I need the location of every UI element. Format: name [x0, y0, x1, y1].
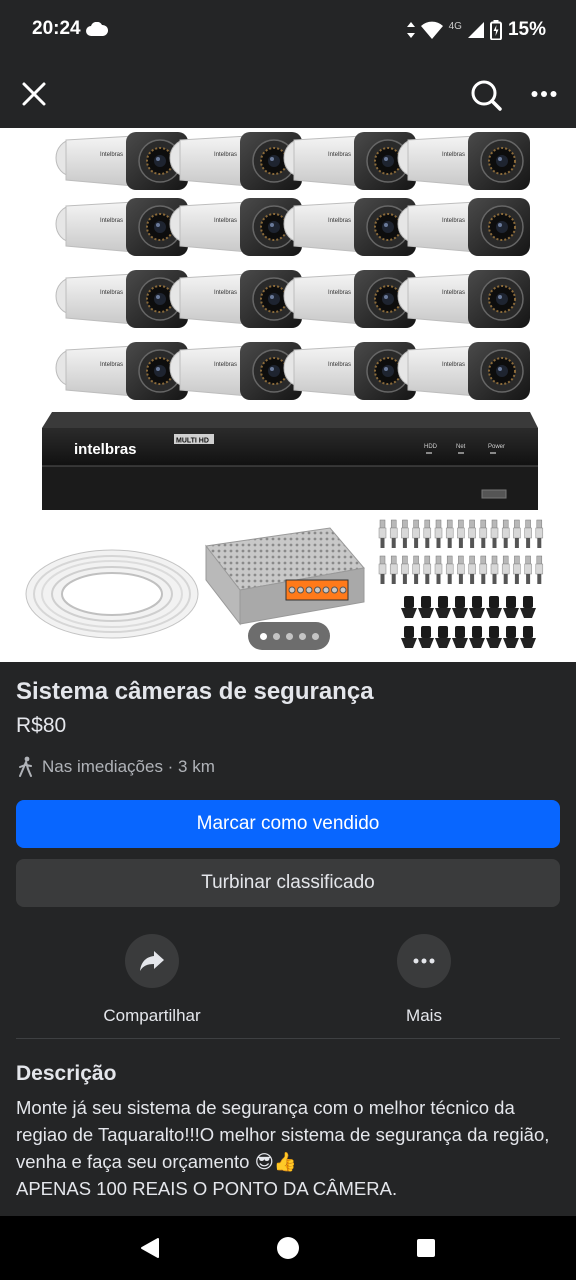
share-label: Compartilhar: [103, 1006, 201, 1025]
close-button[interactable]: [14, 74, 54, 114]
camera-2-1: Intelbras: [169, 270, 302, 328]
camera-0-0: Intelbras: [55, 132, 188, 190]
listing-price: R$80: [16, 714, 67, 737]
data-arrows-icon: [406, 22, 415, 38]
bnc-connectors: [378, 519, 544, 648]
cloud-icon: [86, 22, 108, 36]
camera-0-2: Intelbras: [283, 132, 416, 190]
battery-icon: [489, 20, 502, 40]
more-circle: [397, 934, 451, 988]
svg-text:Intelbras: Intelbras: [328, 152, 351, 158]
listing-title: Sistema câmeras de segurança: [16, 678, 374, 705]
pager-dot[interactable]: [272, 632, 280, 640]
svg-text:Intelbras: Intelbras: [442, 362, 465, 368]
description-text: Monte já seu sistema de segurança com o …: [16, 1097, 550, 1199]
status-icons: 4G 15%: [406, 16, 546, 44]
camera-1-2: Intelbras: [283, 198, 416, 256]
svg-text:Intelbras: Intelbras: [442, 290, 465, 296]
dvr-indicator-label: Net: [456, 444, 466, 450]
more-horizontal-icon: [413, 958, 435, 964]
camera-2-3: Intelbras: [397, 270, 530, 328]
svg-text:Intelbras: Intelbras: [214, 290, 237, 296]
svg-text:Intelbras: Intelbras: [442, 152, 465, 158]
dvr-recorder: intelbras MULTI HD HDD Net Power: [42, 412, 538, 510]
share-button[interactable]: Compartilhar: [82, 934, 222, 1026]
svg-text:Intelbras: Intelbras: [442, 218, 465, 224]
system-nav-bar: [0, 1216, 576, 1280]
description-heading: Descrição: [16, 1062, 117, 1085]
status-time: 20:24: [32, 18, 81, 39]
svg-text:Intelbras: Intelbras: [100, 362, 123, 368]
network-type: 4G: [448, 20, 462, 32]
listing-content: Sistema câmeras de segurança R$80 Nas im…: [0, 662, 576, 1216]
pager-dot[interactable]: [311, 632, 319, 640]
back-button[interactable]: [130, 1228, 170, 1268]
svg-text:Intelbras: Intelbras: [214, 362, 237, 368]
more-button[interactable]: Mais: [354, 934, 494, 1026]
more-horizontal-icon: [531, 91, 557, 97]
svg-text:Intelbras: Intelbras: [100, 152, 123, 158]
camera-0-3: Intelbras: [397, 132, 530, 190]
svg-text:Intelbras: Intelbras: [100, 290, 123, 296]
camera-2-0: Intelbras: [55, 270, 188, 328]
camera-1-0: Intelbras: [55, 198, 188, 256]
mark-as-sold-button[interactable]: Marcar como vendido: [16, 800, 560, 848]
svg-text:Intelbras: Intelbras: [328, 362, 351, 368]
svg-text:Intelbras: Intelbras: [100, 218, 123, 224]
dvr-brand: intelbras: [74, 441, 137, 458]
camera-1-3: Intelbras: [397, 198, 530, 256]
dvr-indicator-label: HDD: [424, 444, 438, 450]
camera-1-1: Intelbras: [169, 198, 302, 256]
back-triangle-icon: [141, 1238, 159, 1258]
more-label: Mais: [406, 1006, 442, 1025]
cable-coil: [25, 549, 199, 639]
listing-location: Nas imediações · 3 km: [16, 756, 215, 778]
search-icon: [471, 80, 502, 111]
battery-percent: 15%: [507, 19, 546, 40]
pager-dot[interactable]: [298, 632, 306, 640]
boost-listing-button[interactable]: Turbinar classificado: [16, 859, 560, 907]
svg-text:Intelbras: Intelbras: [214, 218, 237, 224]
walking-person-icon: [19, 756, 32, 777]
camera-2-2: Intelbras: [283, 270, 416, 328]
photo-pager[interactable]: [248, 622, 330, 650]
home-button[interactable]: [268, 1228, 308, 1268]
camera-3-3: Intelbras: [397, 342, 530, 400]
dvr-indicator-label: Power: [488, 444, 505, 450]
camera-3-2: Intelbras: [283, 342, 416, 400]
pager-dot[interactable]: [285, 632, 293, 640]
app-bar: [0, 60, 576, 128]
more-options-button[interactable]: [522, 74, 566, 114]
power-supply: [205, 527, 365, 626]
product-photo[interactable]: Intelbras Intelbras Intelbras Intelbras Inte…: [0, 128, 576, 662]
divider: [16, 1038, 560, 1039]
recents-button[interactable]: [406, 1228, 446, 1268]
recents-square-icon: [417, 1239, 435, 1257]
location-text: Nas imediações · 3 km: [42, 757, 215, 776]
product-image: Intelbras Intelbras Intelbras Intelbras Inte…: [25, 132, 544, 648]
signal-icon: [467, 22, 484, 38]
wifi-icon: [420, 21, 443, 39]
share-arrow-icon: [140, 951, 164, 971]
pager-dot[interactable]: [259, 632, 267, 640]
svg-text:Intelbras: Intelbras: [214, 152, 237, 158]
svg-text:Intelbras: Intelbras: [328, 218, 351, 224]
camera-3-1: Intelbras: [169, 342, 302, 400]
home-circle-icon: [277, 1237, 299, 1259]
camera-0-1: Intelbras: [169, 132, 302, 190]
svg-text:Intelbras: Intelbras: [328, 290, 351, 296]
dvr-badge: MULTI HD: [176, 438, 209, 445]
search-button[interactable]: [464, 73, 508, 117]
share-circle: [125, 934, 179, 988]
close-icon: [22, 82, 46, 106]
status-bar: 20:24 4G 15%: [0, 0, 576, 60]
camera-3-0: Intelbras: [55, 342, 188, 400]
